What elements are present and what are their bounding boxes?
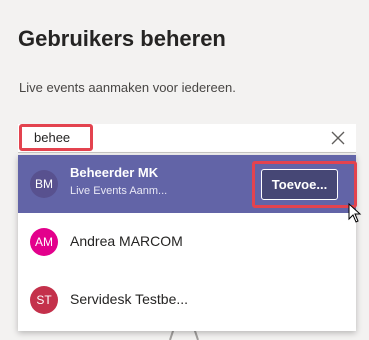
close-icon[interactable] (327, 127, 349, 149)
avatar: BM (30, 170, 58, 198)
result-item-servidesk[interactable]: ST Servidesk Testbe... (18, 271, 356, 329)
result-item-andrea-marcom[interactable]: AM Andrea MARCOM (18, 213, 356, 271)
search-highlight-box (19, 124, 93, 151)
add-button-highlight-box (252, 161, 357, 208)
result-name: Andrea MARCOM (70, 233, 183, 249)
mouse-cursor-icon (348, 203, 362, 223)
avatar: ST (30, 286, 58, 314)
result-subtitle: Live Events Aanm... (70, 185, 168, 197)
result-name: Servidesk Testbe... (70, 291, 189, 307)
avatar: AM (30, 228, 58, 256)
result-name: Beheerder MK (70, 165, 159, 180)
